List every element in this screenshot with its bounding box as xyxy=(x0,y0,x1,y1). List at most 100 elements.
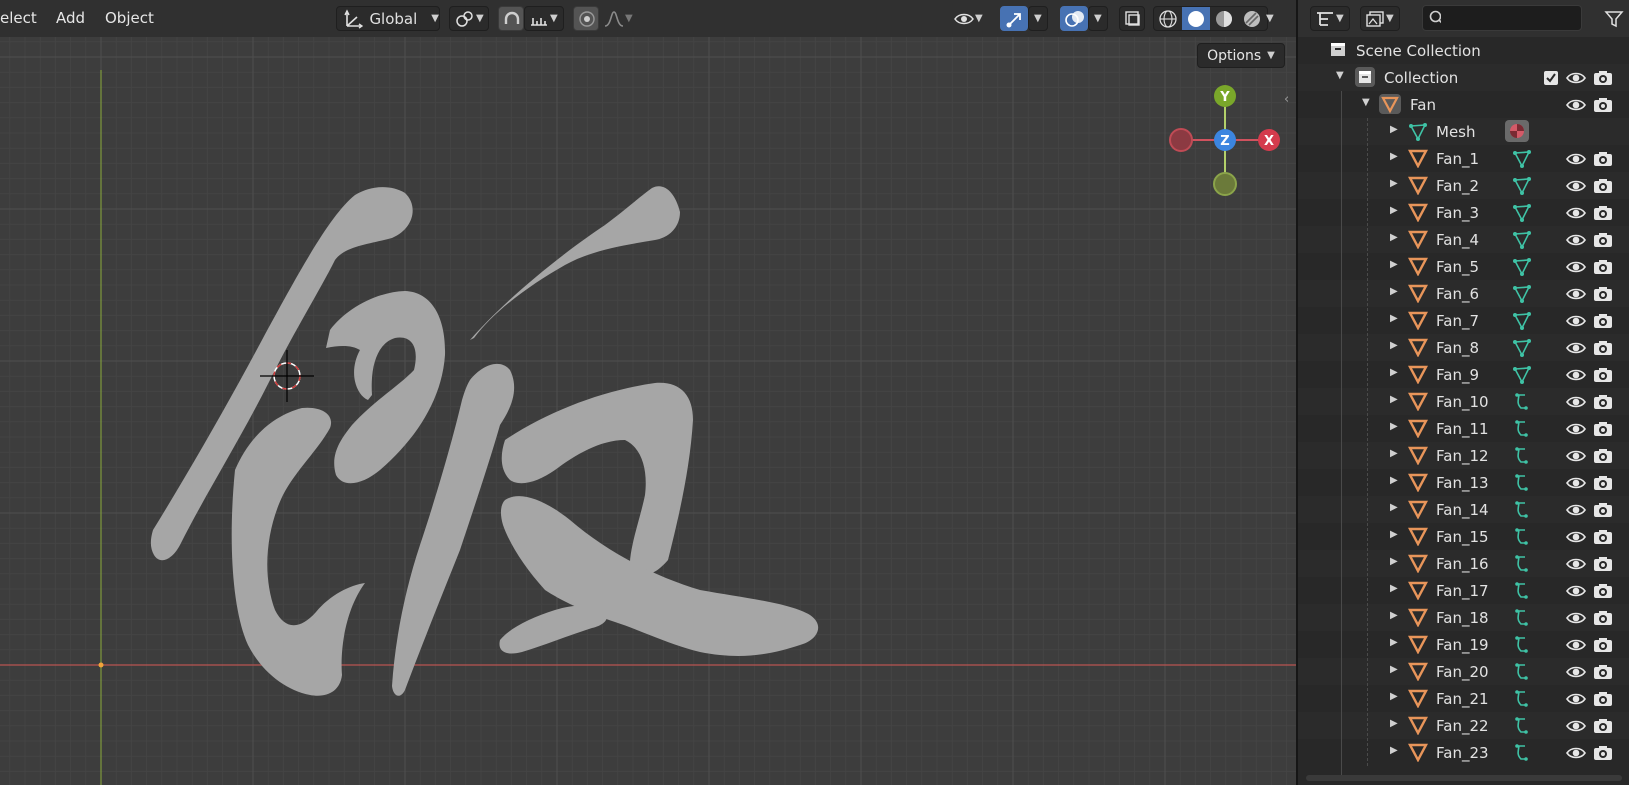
camera-render-icon[interactable] xyxy=(1592,312,1614,334)
camera-render-icon[interactable] xyxy=(1592,420,1614,442)
eye-visibility-icon[interactable] xyxy=(1565,204,1587,226)
proportional-falloff-dropdown[interactable]: ▼ xyxy=(599,6,639,31)
eye-visibility-icon[interactable] xyxy=(1565,474,1587,496)
camera-render-icon[interactable] xyxy=(1592,582,1614,604)
wireframe-shading-button[interactable] xyxy=(1154,7,1182,30)
outliner-row-fan-8[interactable]: ▶ Fan_8 xyxy=(1298,334,1629,361)
curve-data-icon[interactable] xyxy=(1512,419,1532,443)
outliner-row-fan-3[interactable]: ▶ Fan_3 xyxy=(1298,199,1629,226)
material-icon[interactable] xyxy=(1504,119,1530,147)
eye-visibility-icon[interactable] xyxy=(1565,366,1587,388)
outliner-row-fan-1[interactable]: ▶ Fan_1 xyxy=(1298,145,1629,172)
camera-render-icon[interactable] xyxy=(1592,636,1614,658)
eye-visibility-icon[interactable] xyxy=(1565,690,1587,712)
curve-data-icon[interactable] xyxy=(1512,608,1532,632)
object-expand-icon[interactable]: ▶ xyxy=(1390,151,1398,162)
eye-visibility-icon[interactable] xyxy=(1565,555,1587,577)
camera-render-icon[interactable] xyxy=(1592,204,1614,226)
outliner-row-fan-7[interactable]: ▶ Fan_7 xyxy=(1298,307,1629,334)
camera-render-icon[interactable] xyxy=(1592,690,1614,712)
eye-visibility-icon[interactable] xyxy=(1565,717,1587,739)
outliner-search-field[interactable] xyxy=(1422,5,1582,31)
object-expand-icon[interactable]: ▶ xyxy=(1390,745,1398,756)
camera-render-icon[interactable] xyxy=(1592,285,1614,307)
camera-render-icon[interactable] xyxy=(1592,555,1614,577)
curve-data-icon[interactable] xyxy=(1512,662,1532,686)
camera-render-icon[interactable] xyxy=(1592,447,1614,469)
object-expand-icon[interactable]: ▶ xyxy=(1390,340,1398,351)
eye-visibility-icon[interactable] xyxy=(1565,285,1587,307)
solid-shading-button[interactable] xyxy=(1182,7,1210,30)
object-expand-icon[interactable]: ▶ xyxy=(1390,313,1398,324)
outliner-scrollbar[interactable] xyxy=(1306,775,1622,781)
sidebar-expand-icon[interactable]: ‹ xyxy=(1284,92,1289,107)
mesh-data-icon[interactable] xyxy=(1512,230,1532,254)
visibility-dropdown[interactable]: ▼ xyxy=(952,6,992,31)
curve-data-icon[interactable] xyxy=(1512,689,1532,713)
object-expand-icon[interactable]: ▶ xyxy=(1390,583,1398,594)
camera-render-icon[interactable] xyxy=(1592,231,1614,253)
object-expand-icon[interactable]: ▶ xyxy=(1390,718,1398,729)
outliner-row-fan-22[interactable]: ▶ Fan_22 xyxy=(1298,712,1629,739)
eye-visibility-icon[interactable] xyxy=(1565,528,1587,550)
mesh-data-icon[interactable] xyxy=(1512,365,1532,389)
object-expand-icon[interactable]: ▶ xyxy=(1390,637,1398,648)
outliner-row-fan-2[interactable]: ▶ Fan_2 xyxy=(1298,172,1629,199)
outliner-row-fan-21[interactable]: ▶ Fan_21 xyxy=(1298,685,1629,712)
outliner-row-fan-18[interactable]: ▶ Fan_18 xyxy=(1298,604,1629,631)
filter-view-dropdown[interactable]: ▼ xyxy=(1360,6,1400,31)
outliner-row-fan-6[interactable]: ▶ Fan_6 xyxy=(1298,280,1629,307)
fan-expand-icon[interactable]: ▼ xyxy=(1362,97,1370,108)
material-shading-button[interactable] xyxy=(1210,7,1238,30)
display-mode-dropdown[interactable]: ▼ xyxy=(1310,6,1350,31)
object-expand-icon[interactable]: ▶ xyxy=(1390,448,1398,459)
camera-render-icon[interactable] xyxy=(1592,150,1614,172)
eye-visibility-icon[interactable] xyxy=(1565,231,1587,253)
outliner-row-fan-10[interactable]: ▶ Fan_10 xyxy=(1298,388,1629,415)
snap-toggle[interactable] xyxy=(498,6,524,31)
mesh-data-icon[interactable] xyxy=(1512,284,1532,308)
eye-visibility-icon[interactable] xyxy=(1565,177,1587,199)
camera-render-icon[interactable] xyxy=(1592,501,1614,523)
object-expand-icon[interactable]: ▶ xyxy=(1390,178,1398,189)
eye-visibility-icon[interactable] xyxy=(1565,258,1587,280)
camera-render-icon[interactable] xyxy=(1592,744,1614,766)
outliner-row-fan-14[interactable]: ▶ Fan_14 xyxy=(1298,496,1629,523)
curve-data-icon[interactable] xyxy=(1512,581,1532,605)
eye-visibility-icon[interactable] xyxy=(1565,339,1587,361)
outliner-row-fan-16[interactable]: ▶ Fan_16 xyxy=(1298,550,1629,577)
eye-visibility-icon[interactable] xyxy=(1565,663,1587,685)
outliner-search-input[interactable] xyxy=(1447,9,1581,27)
outliner-row-fan-20[interactable]: ▶ Fan_20 xyxy=(1298,658,1629,685)
object-expand-icon[interactable]: ▶ xyxy=(1390,205,1398,216)
eye-visibility-icon[interactable] xyxy=(1565,312,1587,334)
pivot-point-dropdown[interactable]: ▼ xyxy=(449,6,489,31)
outliner-row-fan-12[interactable]: ▶ Fan_12 xyxy=(1298,442,1629,469)
menu-add[interactable]: Add xyxy=(56,9,85,27)
filter-button[interactable] xyxy=(1600,6,1628,31)
outliner-row-fan-11[interactable]: ▶ Fan_11 xyxy=(1298,415,1629,442)
camera-render-icon[interactable] xyxy=(1592,528,1614,550)
stroke-left-sweep[interactable] xyxy=(150,187,413,561)
outliner-row-fan-4[interactable]: ▶ Fan_4 xyxy=(1298,226,1629,253)
eye-visibility-icon[interactable] xyxy=(1565,609,1587,631)
object-expand-icon[interactable]: ▶ xyxy=(1390,502,1398,513)
curve-data-icon[interactable] xyxy=(1512,716,1532,740)
outliner-row-fan-9[interactable]: ▶ Fan_9 xyxy=(1298,361,1629,388)
overlays-toggle[interactable] xyxy=(1060,6,1088,31)
proportional-editing-toggle[interactable] xyxy=(573,6,599,31)
eye-visibility-icon[interactable] xyxy=(1565,501,1587,523)
mesh-data-icon[interactable] xyxy=(1512,203,1532,227)
camera-render-icon[interactable] xyxy=(1592,339,1614,361)
snap-target-dropdown[interactable]: ▼ xyxy=(524,6,564,31)
object-expand-icon[interactable]: ▶ xyxy=(1390,232,1398,243)
curve-data-icon[interactable] xyxy=(1512,635,1532,659)
object-expand-icon[interactable]: ▶ xyxy=(1390,691,1398,702)
outliner-row-fan-5[interactable]: ▶ Fan_5 xyxy=(1298,253,1629,280)
menu-select[interactable]: elect xyxy=(0,9,37,27)
eye-visibility-icon[interactable] xyxy=(1565,150,1587,172)
gizmo-toggle[interactable] xyxy=(1000,6,1028,31)
object-expand-icon[interactable]: ▶ xyxy=(1390,556,1398,567)
curve-data-icon[interactable] xyxy=(1512,554,1532,578)
object-expand-icon[interactable]: ▶ xyxy=(1390,367,1398,378)
